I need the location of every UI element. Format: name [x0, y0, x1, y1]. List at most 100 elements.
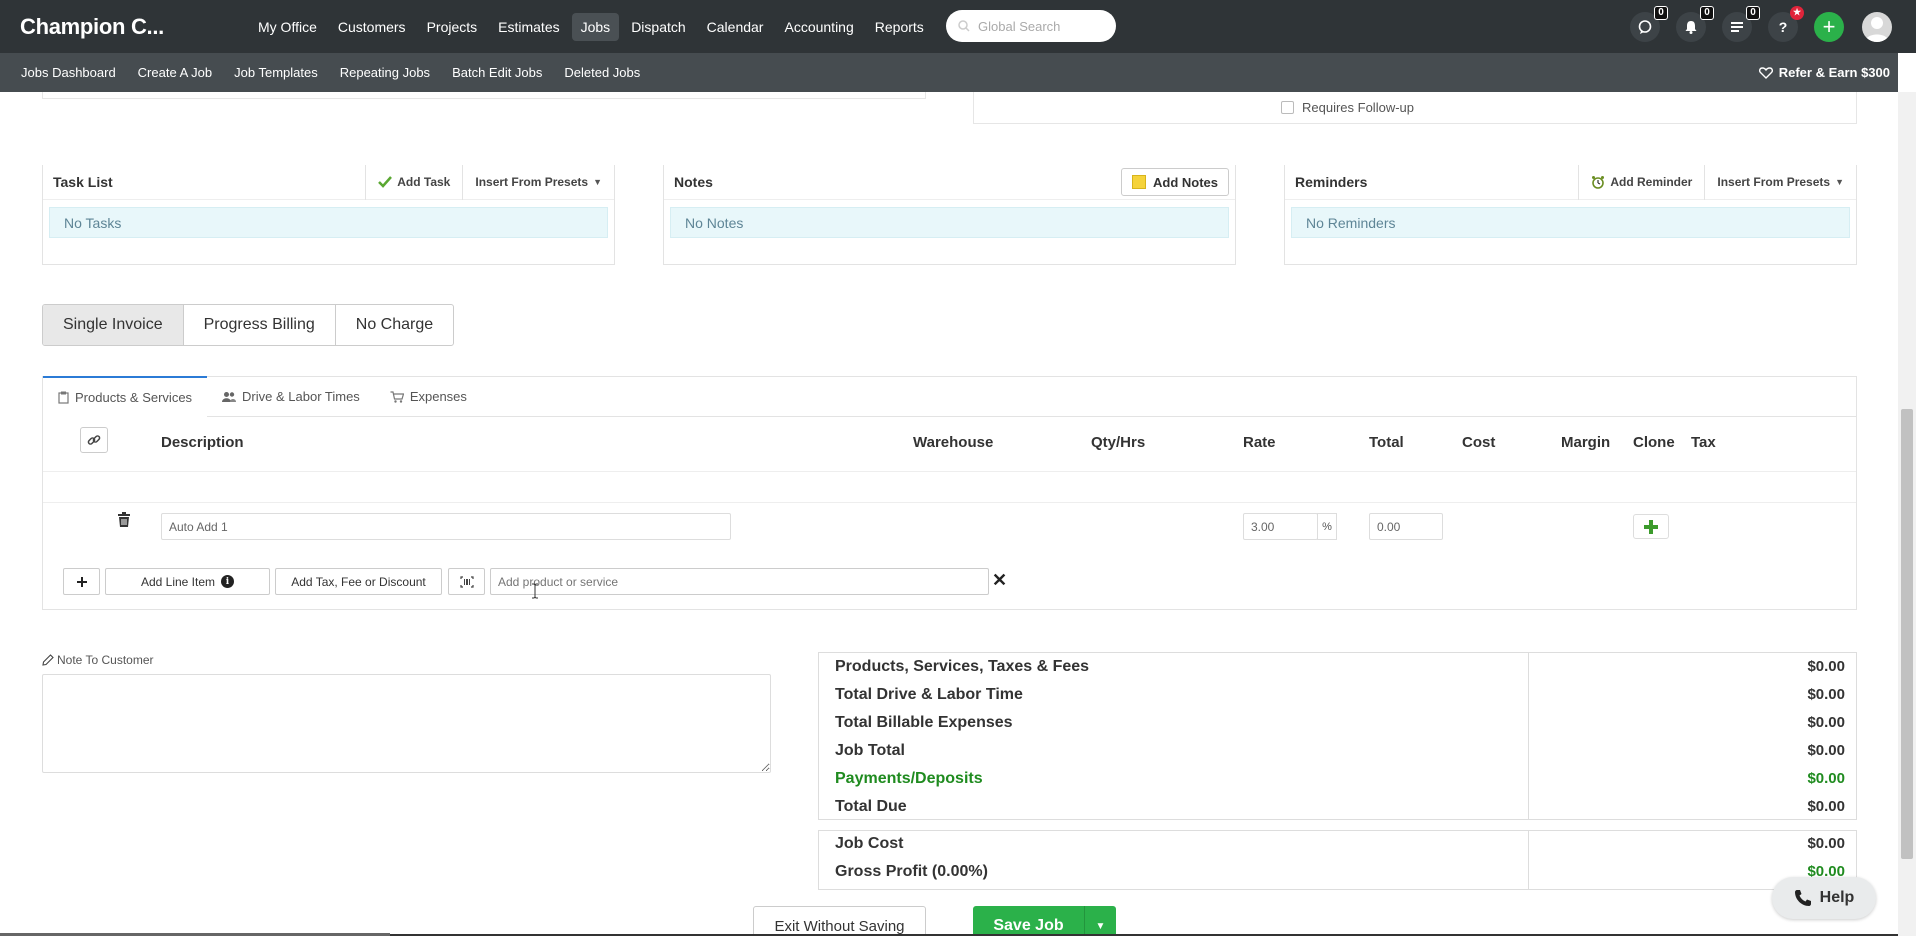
chat-icon: [1638, 19, 1652, 34]
tab-products-services[interactable]: Products & Services: [43, 376, 208, 417]
notes-title: Notes: [674, 174, 713, 190]
billing-type-toggle: Single Invoice Progress Billing No Charg…: [42, 304, 455, 346]
requires-followup-label: Requires Follow-up: [1302, 100, 1414, 115]
nav-calendar[interactable]: Calendar: [698, 13, 773, 41]
reminders-panel: Reminders Add Reminder Insert From Prese…: [1284, 164, 1857, 265]
col-margin: Margin: [1561, 434, 1611, 451]
help-button[interactable]: Help: [1772, 877, 1876, 919]
requires-followup[interactable]: Requires Follow-up: [1281, 100, 1414, 115]
global-search-input[interactable]: Global Search: [946, 10, 1116, 42]
bell-icon: [1685, 20, 1697, 34]
refer-earn-link[interactable]: Refer & Earn $300: [1758, 53, 1890, 92]
add-line-item-label: Add Line Item: [140, 574, 216, 589]
add-tax-fee-discount-button[interactable]: Add Tax, Fee or Discount: [275, 568, 442, 595]
nav-dispatch[interactable]: Dispatch: [622, 13, 694, 41]
tab-products-services-label: Products & Services: [75, 390, 193, 405]
global-search-placeholder: Global Search: [978, 18, 1061, 34]
add-notes-button[interactable]: Add Notes: [1121, 168, 1229, 196]
nav-estimates[interactable]: Estimates: [489, 13, 568, 41]
nav-customers[interactable]: Customers: [329, 13, 415, 41]
subnav-job-templates[interactable]: Job Templates: [223, 65, 329, 80]
add-product-service-input[interactable]: [490, 568, 989, 595]
payments-deposits-row: Payments/Deposits $0.00: [835, 770, 1845, 788]
add-row-button[interactable]: [63, 568, 100, 595]
note-to-customer-textarea[interactable]: [42, 674, 771, 773]
nav-my-office[interactable]: My Office: [249, 13, 326, 41]
chat-button[interactable]: 0: [1630, 5, 1668, 42]
nav-accounting[interactable]: Accounting: [775, 13, 862, 41]
cost-profit-summary: Job Cost $0.00 Gross Profit (0.00%) $0.0…: [818, 830, 1857, 890]
header-divider: [43, 471, 1856, 472]
add-task-label: Add Task: [397, 175, 451, 189]
sticky-note-icon: [1132, 175, 1146, 189]
add-task-button[interactable]: Add Task: [365, 164, 462, 200]
refer-earn-label: Refer & Earn $300: [1778, 65, 1890, 80]
users-icon: [222, 391, 237, 402]
no-notes-message: No Notes: [670, 207, 1229, 238]
phone-icon: [1794, 890, 1811, 906]
task-list-panel: Task List Add Task Insert From Presets ▼…: [42, 164, 615, 265]
notifications-button[interactable]: 0: [1676, 5, 1714, 42]
save-options-dropdown[interactable]: ▼: [1084, 906, 1116, 936]
exit-without-saving-button[interactable]: Exit Without Saving: [753, 906, 926, 936]
delete-row-button[interactable]: [117, 512, 131, 531]
totals-amount: $0.00: [1807, 658, 1845, 675]
description-input[interactable]: Auto Add 1: [161, 513, 731, 540]
subnav-jobs-dashboard[interactable]: Jobs Dashboard: [0, 65, 127, 80]
col-total: Total: [1369, 434, 1404, 451]
tasks-count-badge: 0: [1746, 5, 1760, 20]
help-menu-button[interactable]: ? ★: [1768, 5, 1804, 42]
text-cursor-icon: [532, 583, 538, 599]
link-items-button[interactable]: [80, 427, 108, 453]
single-invoice-option[interactable]: Single Invoice: [43, 305, 184, 345]
totals-amount: $0.00: [1807, 686, 1845, 703]
user-icon: [1865, 16, 1889, 42]
totals-row: Products, Services, Taxes & Fees $0.00: [835, 658, 1845, 676]
add-reminder-button[interactable]: Add Reminder: [1578, 164, 1704, 200]
payments-deposits-label[interactable]: Payments/Deposits: [835, 770, 983, 788]
barcode-scan-button[interactable]: [448, 568, 485, 595]
tasks-button[interactable]: 0: [1722, 5, 1760, 42]
save-job-button[interactable]: Save Job: [973, 906, 1084, 936]
payments-deposits-amount: $0.00: [1807, 770, 1845, 787]
close-add-product-button[interactable]: ✕: [992, 570, 1007, 591]
task-list-header: Task List Add Task Insert From Presets ▼: [43, 164, 614, 200]
no-charge-option[interactable]: No Charge: [336, 305, 453, 345]
page-scrollbar[interactable]: [1898, 92, 1916, 936]
rate-input[interactable]: 3.00: [1243, 513, 1318, 540]
nav-projects[interactable]: Projects: [418, 13, 487, 41]
scrollbar-thumb[interactable]: [1901, 409, 1913, 859]
totals-amount: $0.00: [1807, 798, 1845, 815]
search-icon: [958, 20, 970, 32]
clone-row-button[interactable]: [1633, 514, 1669, 539]
plus-icon: [76, 576, 87, 587]
nav-reports[interactable]: Reports: [866, 13, 933, 41]
requires-followup-checkbox[interactable]: [1281, 101, 1294, 114]
progress-billing-option[interactable]: Progress Billing: [184, 305, 336, 345]
subnav-deleted-jobs[interactable]: Deleted Jobs: [553, 65, 651, 80]
row-divider: [43, 502, 1856, 503]
add-line-item-button[interactable]: Add Line Item i: [105, 568, 270, 595]
tab-drive-labor-times[interactable]: Drive & Labor Times: [207, 377, 375, 416]
brand-logo[interactable]: Champion C...: [20, 14, 249, 40]
tab-expenses[interactable]: Expenses: [375, 377, 482, 416]
totals-label: Job Total: [835, 742, 905, 759]
subnav-create-a-job[interactable]: Create A Job: [127, 65, 223, 80]
gross-profit-label: Gross Profit (0.00%): [835, 863, 988, 880]
previous-section-right: [973, 92, 1857, 124]
nav-jobs[interactable]: Jobs: [571, 12, 620, 41]
col-cost: Cost: [1462, 434, 1496, 451]
reminder-insert-presets-button[interactable]: Insert From Presets ▼: [1704, 164, 1856, 200]
barcode-scan-icon: [459, 575, 474, 588]
totals-label: Total Drive & Labor Time: [835, 686, 1023, 703]
task-list-title: Task List: [53, 174, 113, 190]
add-new-button[interactable]: +: [1814, 11, 1844, 42]
task-insert-presets-label: Insert From Presets: [475, 175, 589, 189]
subnav-repeating-jobs[interactable]: Repeating Jobs: [329, 65, 441, 80]
subnav-batch-edit-jobs[interactable]: Batch Edit Jobs: [441, 65, 553, 80]
totals-amount: $0.00: [1807, 714, 1845, 731]
task-insert-presets-button[interactable]: Insert From Presets ▼: [462, 164, 614, 200]
col-description: Description: [161, 434, 244, 451]
total-input[interactable]: 0.00: [1369, 513, 1443, 540]
user-avatar[interactable]: [1862, 11, 1892, 42]
